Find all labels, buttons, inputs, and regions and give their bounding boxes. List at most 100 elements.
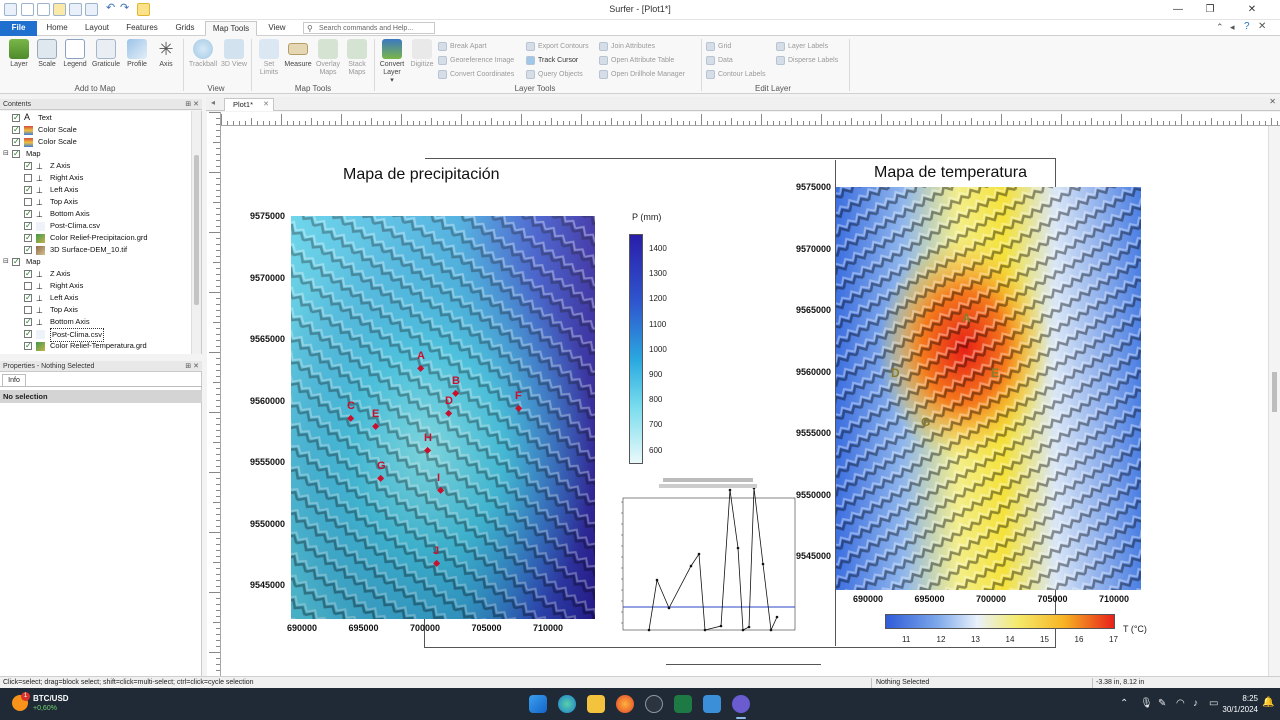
visibility-checkbox[interactable] [12, 148, 20, 160]
close-icon[interactable]: ✕ [1237, 2, 1267, 18]
visibility-checkbox[interactable] [24, 198, 32, 206]
join-attributes-button[interactable]: Join Attributes [599, 41, 655, 52]
contents-tree-item[interactable]: ⊥ Left Axis [0, 292, 190, 304]
tab-file[interactable]: File [0, 21, 37, 36]
open-drillhole-manager-button[interactable]: Open Drillhole Manager [599, 69, 685, 80]
visibility-checkbox[interactable] [24, 340, 32, 352]
visibility-checkbox[interactable] [24, 268, 32, 280]
contents-tree-item[interactable]: ⊥ Top Axis [0, 304, 190, 316]
visibility-checkbox[interactable] [12, 112, 20, 124]
tab-info[interactable]: Info [2, 374, 26, 386]
disperse-labels-button[interactable]: Disperse Labels [776, 55, 838, 66]
export-contours-button[interactable]: Export Contours [526, 41, 589, 52]
contour-labels-button[interactable]: Contour Labels [706, 69, 765, 80]
edge-browser-icon[interactable] [558, 695, 576, 713]
convert-layer-button[interactable]: Convert Layer ▾ [377, 39, 407, 85]
tab-view[interactable]: View [262, 21, 292, 36]
visibility-checkbox[interactable] [24, 316, 32, 328]
scrollbar-thumb[interactable] [1272, 372, 1277, 412]
visibility-checkbox[interactable] [24, 244, 32, 256]
canvas-scrollbar[interactable] [1268, 126, 1280, 676]
contents-tree-item[interactable]: ⊥ Z Axis [0, 160, 190, 172]
contents-tree-item[interactable]: ⊥ Bottom Axis [0, 316, 190, 328]
pen-icon[interactable]: ✎ [1158, 698, 1166, 709]
windows-start-icon[interactable] [529, 695, 547, 713]
temp-map-title[interactable]: Mapa de temperatura [874, 164, 1027, 182]
legend-button[interactable]: Legend [60, 39, 90, 69]
contents-tree-item[interactable]: ⊥ Left Axis [0, 184, 190, 196]
contents-tree-item[interactable]: Color Scale [0, 136, 190, 148]
query-objects-button[interactable]: Query Objects [526, 69, 583, 80]
visibility-checkbox[interactable] [12, 136, 20, 148]
ribbon-close-icon[interactable]: ✕ [1258, 21, 1266, 32]
visibility-checkbox[interactable] [24, 306, 32, 314]
contents-tree-item[interactable]: A Text [0, 112, 190, 124]
contents-tree-item[interactable]: Post-Clima.csv [0, 220, 190, 232]
collapse-ribbon-icon[interactable]: ⌃ [1216, 22, 1224, 33]
contents-tree-item[interactable]: Color Relief-Precipitacion.grd [0, 232, 190, 244]
clock-date[interactable]: 30/1/2024 [1206, 705, 1258, 714]
visibility-checkbox[interactable] [24, 232, 32, 244]
digitize-button[interactable]: Digitize [407, 39, 437, 69]
visibility-checkbox[interactable] [24, 282, 32, 290]
contents-tree-item[interactable]: ⊥ Right Axis [0, 280, 190, 292]
volume-icon[interactable]: ♪ [1193, 698, 1198, 709]
trackball-button[interactable]: Trackball [188, 39, 218, 69]
previous-icon[interactable]: ◂ [1230, 22, 1235, 33]
visibility-checkbox[interactable] [12, 256, 20, 268]
open-attribute-table-button[interactable]: Open Attribute Table [599, 55, 674, 66]
visibility-checkbox[interactable] [12, 124, 20, 136]
notifications-icon[interactable]: 🔔 [1262, 697, 1274, 708]
plot-canvas[interactable]: Mapa de precipitación 9575000 9570000 95… [221, 126, 1268, 676]
convert-coordinates-button[interactable]: Convert Coordinates [438, 69, 514, 80]
ticker-label[interactable]: BTC/USD [33, 694, 69, 703]
contents-tree-item[interactable]: ⊟ Map [0, 256, 190, 268]
restore-icon[interactable]: ❐ [1195, 2, 1225, 18]
clock-time[interactable]: 8:25 [1222, 694, 1258, 703]
tab-grids[interactable]: Grids [168, 21, 202, 36]
tab-features[interactable]: Features [120, 21, 164, 36]
excel-icon[interactable] [674, 695, 692, 713]
contents-tree-item[interactable]: ⊥ Right Axis [0, 172, 190, 184]
break-apart-button[interactable]: Break Apart [438, 41, 487, 52]
scale-button[interactable]: Scale [32, 39, 62, 69]
precip-color-scale[interactable] [629, 234, 643, 464]
scrollbar-thumb[interactable] [194, 155, 199, 305]
profile-button[interactable]: Profile [122, 39, 152, 69]
profile-chart[interactable] [601, 476, 803, 648]
tab-plot1[interactable]: Plot1* ✕ [224, 98, 274, 111]
tab-close-icon[interactable]: ✕ [263, 99, 269, 111]
contents-tree-item[interactable]: ⊥ Top Axis [0, 196, 190, 208]
contents-tree-item[interactable]: Color Relief-Temperatura.grd [0, 340, 190, 352]
search-commands-input[interactable]: ⚲ Search commands and Help... [303, 22, 435, 34]
contents-scrollbar[interactable] [191, 111, 201, 354]
set-limits-button[interactable]: Set Limits [254, 39, 284, 77]
contents-tree-item[interactable]: Color Scale [0, 124, 190, 136]
edit-grid-button[interactable]: Grid [706, 41, 731, 52]
georeference-image-button[interactable]: Georeference Image [438, 55, 514, 66]
graticule-button[interactable]: Graticule [91, 39, 121, 69]
firefox-icon[interactable] [616, 695, 634, 713]
visibility-checkbox[interactable] [24, 184, 32, 196]
temp-map[interactable] [836, 187, 1141, 590]
stack-maps-button[interactable]: Stack Maps [342, 39, 372, 77]
overlay-maps-button[interactable]: Overlay Maps [313, 39, 343, 77]
contents-tree-item[interactable]: 3D Surface-DEM_10.tif [0, 244, 190, 256]
visibility-checkbox[interactable] [24, 328, 32, 340]
tab-scroll-icon[interactable]: ◂ [211, 98, 215, 107]
tab-home[interactable]: Home [40, 21, 74, 36]
precip-map-title[interactable]: Mapa de precipitación [343, 166, 500, 184]
tray-overflow-icon[interactable]: ⌃ [1120, 698, 1128, 709]
visibility-checkbox[interactable] [24, 292, 32, 304]
edit-data-button[interactable]: Data [706, 55, 733, 66]
contents-tree-item[interactable]: ⊥ Z Axis [0, 268, 190, 280]
microphone-icon[interactable]: 🎙 [1140, 698, 1153, 709]
contents-tree-item[interactable]: Post-Clima.csv [0, 328, 190, 342]
visibility-checkbox[interactable] [24, 220, 32, 232]
3d-view-button[interactable]: 3D View [219, 39, 249, 69]
contents-tree-item[interactable]: ⊥ Bottom Axis [0, 208, 190, 220]
obs-icon[interactable] [645, 695, 663, 713]
document-close-icon[interactable]: ✕ [1269, 97, 1276, 106]
contents-tree-item[interactable]: ⊟ Map [0, 148, 190, 160]
notepad-icon[interactable] [703, 695, 721, 713]
